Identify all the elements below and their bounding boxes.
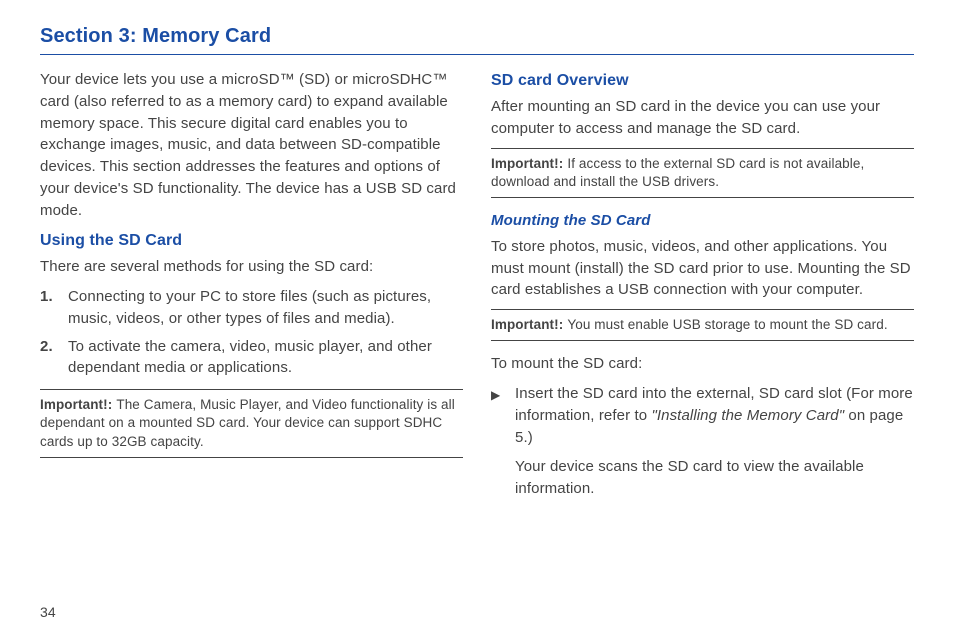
important-label: Important!:	[40, 396, 112, 414]
list-text: To activate the camera, video, music pla…	[68, 338, 432, 377]
list-text: Connecting to your PC to store files (su…	[68, 288, 431, 327]
using-sd-intro: There are several methods for using the …	[40, 256, 463, 278]
right-column: SD card Overview After mounting an SD ca…	[491, 69, 914, 514]
two-column-layout: Your device lets you use a microSD™ (SD)…	[40, 69, 914, 514]
mounting-text: To store photos, music, videos, and othe…	[491, 236, 914, 301]
important-note: Important!:If access to the external SD …	[491, 148, 914, 198]
intro-paragraph: Your device lets you use a microSD™ (SD)…	[40, 69, 463, 221]
cross-reference: "Installing the Memory Card"	[651, 407, 844, 424]
list-number: 2.	[40, 336, 53, 358]
mount-intro: To mount the SD card:	[491, 353, 914, 375]
important-label: Important!:	[491, 316, 563, 334]
using-sd-heading: Using the SD Card	[40, 229, 463, 252]
important-note: Important!: You must enable USB storage t…	[491, 309, 914, 341]
list-item: 1. Connecting to your PC to store files …	[62, 286, 463, 330]
overview-heading: SD card Overview	[491, 69, 914, 92]
important-label: Important!:	[491, 155, 563, 173]
using-sd-list: 1. Connecting to your PC to store files …	[40, 286, 463, 379]
left-column: Your device lets you use a microSD™ (SD)…	[40, 69, 463, 514]
bullet-text: Insert the SD card into the external, SD…	[515, 383, 914, 508]
step-result: Your device scans the SD card to view th…	[515, 456, 914, 500]
mounting-heading: Mounting the SD Card	[491, 210, 914, 232]
bullet-step: ▶ Insert the SD card into the external, …	[491, 383, 914, 508]
important-text: You must enable USB storage to mount the…	[567, 317, 887, 332]
list-number: 1.	[40, 286, 53, 308]
triangle-bullet-icon: ▶	[491, 383, 515, 508]
list-item: 2. To activate the camera, video, music …	[62, 336, 463, 380]
page-number: 34	[40, 602, 56, 622]
overview-text: After mounting an SD card in the device …	[491, 96, 914, 140]
section-title: Section 3: Memory Card	[40, 22, 914, 55]
important-note: Important!:The Camera, Music Player, and…	[40, 389, 463, 458]
